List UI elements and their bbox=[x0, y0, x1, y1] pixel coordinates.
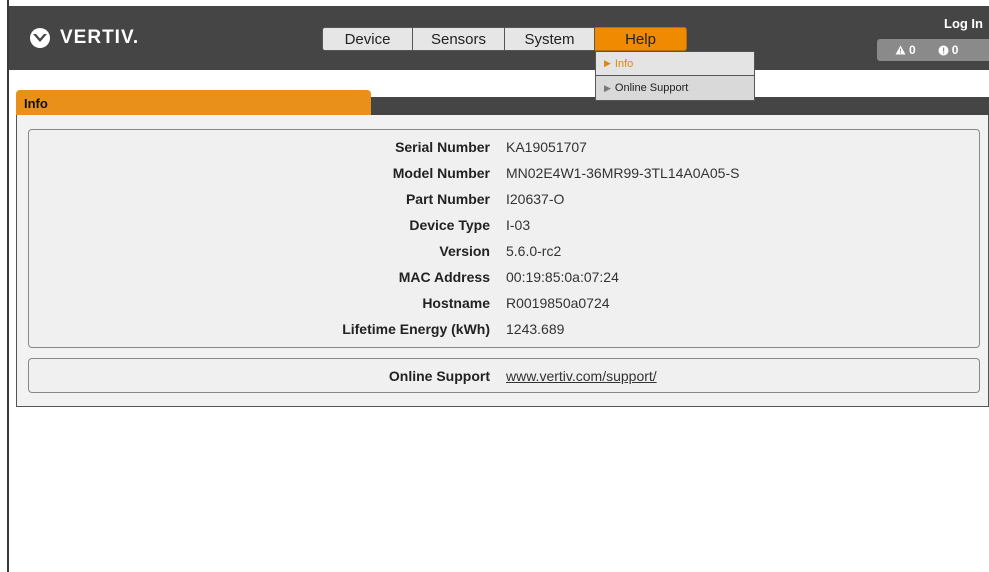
detail-label: Version bbox=[439, 243, 490, 259]
online-support-box: Online Support www.vertiv.com/support/ bbox=[28, 358, 980, 393]
detail-row: Model Number MN02E4W1-36MR99-3TL14A0A05-… bbox=[29, 160, 979, 186]
support-value: www.vertiv.com/support/ bbox=[506, 368, 657, 384]
detail-row: Lifetime Energy (kWh) 1243.689 bbox=[29, 316, 979, 342]
detail-label: Model Number bbox=[392, 165, 490, 181]
nav-help[interactable]: Help bbox=[595, 27, 687, 51]
detail-row: Device Type I-03 bbox=[29, 212, 979, 238]
help-menu-online-support-label: Online Support bbox=[614, 82, 689, 94]
detail-value: 5.6.0-rc2 bbox=[506, 243, 562, 259]
detail-value: R0019850a0724 bbox=[506, 295, 610, 311]
detail-row: Part Number I20637-O bbox=[29, 186, 979, 212]
menu-arrow-icon: ▶ bbox=[604, 58, 611, 68]
device-details-box: Serial Number KA19051707 Model Number MN… bbox=[28, 129, 980, 348]
nav-device[interactable]: Device bbox=[322, 27, 413, 51]
panel-title: Info bbox=[16, 90, 371, 115]
detail-label: Lifetime Energy (kWh) bbox=[342, 321, 490, 337]
support-label: Online Support bbox=[388, 368, 490, 384]
detail-label: MAC Address bbox=[398, 269, 490, 285]
detail-value: 1243.689 bbox=[506, 321, 565, 337]
detail-row: MAC Address 00:19:85:0a:07:24 bbox=[29, 264, 979, 290]
detail-row: Serial Number KA19051707 bbox=[29, 134, 979, 160]
warning-triangle-icon bbox=[895, 45, 906, 55]
critical-alarm-count[interactable]: 0 bbox=[938, 43, 959, 57]
login-link[interactable]: Log In bbox=[944, 16, 983, 31]
detail-label: Device Type bbox=[409, 217, 490, 233]
warning-alarm-count[interactable]: 0 bbox=[895, 43, 916, 57]
help-menu-info[interactable]: ▶ Info bbox=[596, 52, 754, 76]
help-menu-info-label: Info bbox=[614, 57, 634, 70]
help-dropdown-menu: ▶ Info ▶ Online Support bbox=[595, 51, 755, 101]
brand-logo[interactable]: VERTIV. bbox=[28, 27, 139, 49]
detail-value: I-03 bbox=[506, 217, 531, 233]
detail-value: I20637-O bbox=[506, 191, 565, 207]
app-frame: VERTIV. Device Sensors System Help Log I… bbox=[0, 0, 989, 572]
detail-row: Version 5.6.0-rc2 bbox=[29, 238, 979, 264]
vertiv-chevron-icon bbox=[30, 28, 50, 48]
detail-row: Hostname R0019850a0724 bbox=[29, 290, 979, 316]
detail-value: MN02E4W1-36MR99-3TL14A0A05-S bbox=[506, 165, 740, 181]
brand-name: VERTIV. bbox=[60, 27, 140, 48]
support-row: Online Support www.vertiv.com/support/ bbox=[29, 363, 979, 389]
detail-label: Serial Number bbox=[395, 139, 490, 155]
detail-value: KA19051707 bbox=[506, 139, 587, 155]
menu-arrow-icon: ▶ bbox=[604, 82, 611, 93]
critical-count: 0 bbox=[951, 43, 959, 57]
warning-count: 0 bbox=[909, 43, 916, 57]
detail-label: Part Number bbox=[405, 191, 490, 207]
alarm-summary: 0 0 bbox=[877, 39, 989, 61]
window-left-edge bbox=[0, 0, 9, 572]
main-nav: Device Sensors System Help bbox=[322, 27, 687, 51]
critical-circle-icon bbox=[938, 45, 949, 55]
nav-sensors[interactable]: Sensors bbox=[413, 27, 505, 51]
help-menu-online-support[interactable]: ▶ Online Support bbox=[596, 76, 754, 100]
detail-label: Hostname bbox=[422, 295, 490, 311]
detail-value: 00:19:85:0a:07:24 bbox=[506, 269, 619, 285]
support-link[interactable]: www.vertiv.com/support/ bbox=[506, 368, 657, 384]
nav-system[interactable]: System bbox=[505, 27, 595, 51]
